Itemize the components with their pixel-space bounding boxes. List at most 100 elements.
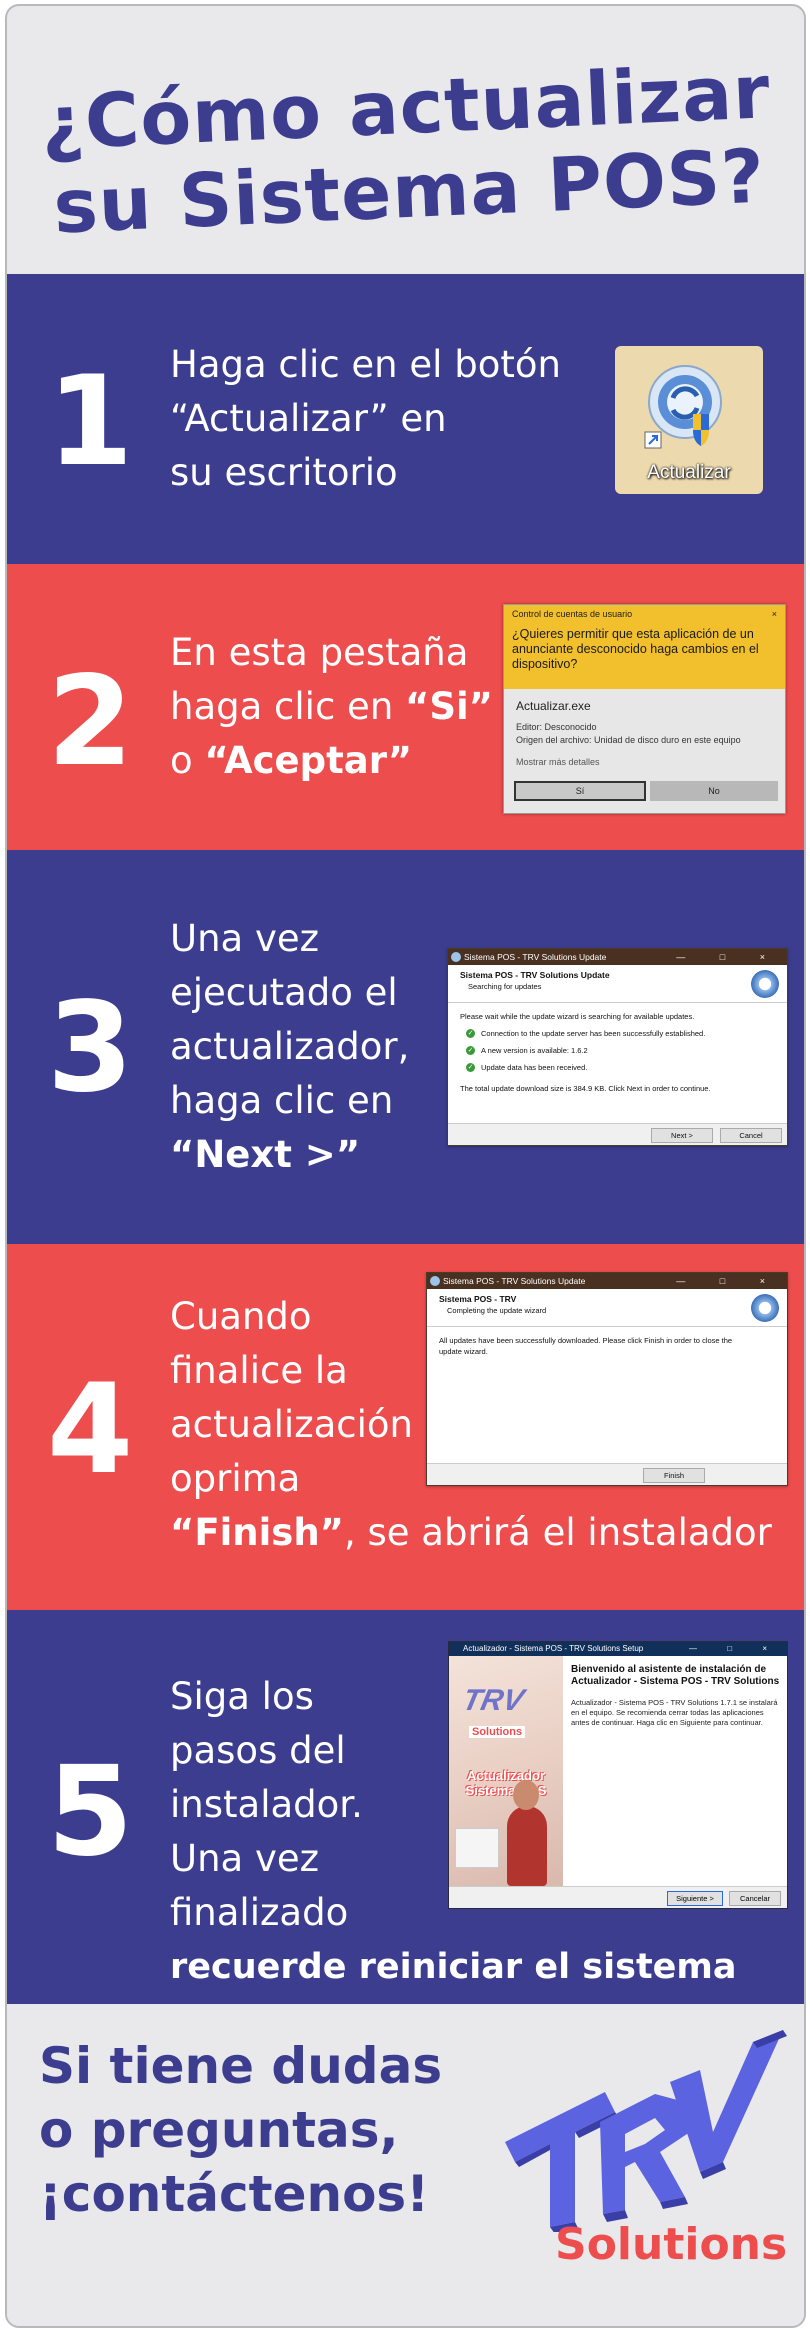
window-controls[interactable]: — □ × bbox=[689, 1642, 781, 1656]
step-text-plain: , se abrirá el instalador bbox=[343, 1511, 772, 1554]
page-title: ¿Cómo actualizar su Sistema POS? bbox=[7, 49, 804, 252]
wizard-header: Sistema POS - TRV Completing the update … bbox=[427, 1289, 787, 1327]
update-logo-icon bbox=[751, 970, 779, 998]
window-titlebar: Sistema POS - TRV Solutions Update — □ × bbox=[427, 1273, 787, 1289]
update-logo-icon bbox=[751, 1294, 779, 1322]
step-2-section: 2 En esta pestaña haga clic en “Si” o “A… bbox=[7, 564, 804, 850]
wizard-subheading: Searching for updates bbox=[468, 982, 542, 991]
step-number: 5 bbox=[47, 1740, 134, 1884]
uac-header: Control de cuentas de usuario × ¿Quieres … bbox=[504, 605, 785, 689]
actualizar-shortcut-icon bbox=[644, 365, 722, 449]
step-text-line: ejecutado el bbox=[170, 971, 398, 1014]
check-item: ✓ Update data has been received. bbox=[460, 1062, 775, 1073]
cancelar-button[interactable]: Cancelar bbox=[729, 1891, 781, 1906]
window-title: Sistema POS - TRV Solutions Update bbox=[443, 1276, 586, 1286]
installer-banner-image: TRV Solutions Actualizador Sistema POS bbox=[449, 1656, 563, 1888]
step-text-line: haga clic en bbox=[170, 1079, 394, 1122]
wizard-intro: Please wait while the update wizard is s… bbox=[460, 1012, 695, 1021]
installer-footer: Siguiente > Cancelar bbox=[449, 1886, 787, 1908]
step-number: 2 bbox=[47, 650, 134, 794]
check-icon: ✓ bbox=[466, 1029, 475, 1038]
step-number: 3 bbox=[47, 976, 134, 1120]
wizard-body: Please wait while the update wizard is s… bbox=[448, 1003, 787, 1102]
window-controls[interactable]: — □ × bbox=[676, 949, 781, 965]
step-text-plain: haga clic en bbox=[170, 685, 406, 728]
step-text-line: actualizador, bbox=[170, 1025, 410, 1068]
step-text-bold: “Next >” bbox=[170, 1133, 361, 1176]
check-item: ✓ Connection to the update server has bee… bbox=[460, 1028, 775, 1039]
window-controls[interactable]: — □ × bbox=[676, 1273, 781, 1289]
window-titlebar: Actualizador - Sistema POS - TRV Solutio… bbox=[449, 1642, 787, 1656]
window-title: Sistema POS - TRV Solutions Update bbox=[464, 952, 607, 962]
finish-button[interactable]: Finish bbox=[643, 1468, 705, 1483]
installer-content: Bienvenido al asistente de instalación d… bbox=[571, 1664, 783, 1728]
step-text-line: “Next >” bbox=[170, 1128, 409, 1182]
wizard-total: The total update download size is 384.9 … bbox=[460, 1084, 711, 1093]
check-item: ✓ A new version is available: 1.6.2 bbox=[460, 1045, 775, 1056]
step-number: 1 bbox=[47, 350, 134, 494]
uac-question: ¿Quieres permitir que esta aplicación de… bbox=[512, 627, 759, 671]
step-3-section: 3 Una vez ejecutado el actualizador, hag… bbox=[7, 850, 804, 1244]
step-text-line: su escritorio bbox=[170, 451, 398, 494]
yes-button[interactable]: Sí bbox=[514, 781, 646, 801]
step-number: 4 bbox=[47, 1358, 134, 1502]
banner-solutions: Solutions bbox=[469, 1726, 526, 1738]
step-text-line: “Finish”, se abrirá el instalador bbox=[170, 1506, 772, 1560]
app-icon bbox=[430, 1276, 440, 1286]
step-text-line: Haga clic en el botón bbox=[170, 343, 561, 386]
window-title: Actualizador - Sistema POS - TRV Solutio… bbox=[463, 1644, 644, 1653]
wizard-heading: Sistema POS - TRV Solutions Update bbox=[460, 970, 610, 980]
no-button[interactable]: No bbox=[650, 781, 778, 801]
step-text-line: En esta pestaña bbox=[170, 631, 469, 674]
wizard-header: Sistema POS - TRV Solutions Update Searc… bbox=[448, 965, 787, 1003]
next-button[interactable]: Next > bbox=[651, 1128, 713, 1143]
step-1-section: 1 Haga clic en el botón “Actualizar” en … bbox=[7, 274, 804, 564]
logo-solutions-text: Solutions bbox=[555, 2219, 788, 2270]
wizard-footer: Next > Cancel bbox=[448, 1123, 787, 1145]
trv-logo-icon bbox=[505, 2030, 787, 2232]
banner-title: Actualizador Sistema POS bbox=[465, 1768, 547, 1798]
check-text: A new version is available: 1.6.2 bbox=[481, 1046, 588, 1055]
step-text-line: Una vez bbox=[170, 917, 320, 960]
installer-heading: Bienvenido al asistente de instalación d… bbox=[571, 1664, 780, 1687]
step-2-text: En esta pestaña haga clic en “Si” o “Ace… bbox=[170, 626, 493, 788]
cancel-button[interactable]: Cancel bbox=[720, 1128, 782, 1143]
step-text-line: o “Aceptar” bbox=[170, 734, 493, 788]
person-illustration bbox=[507, 1806, 547, 1886]
update-complete-window: Sistema POS - TRV Solutions Update — □ ×… bbox=[426, 1272, 788, 1486]
person-head bbox=[513, 1780, 539, 1810]
actualizar-shortcut[interactable]: Actualizar bbox=[615, 346, 763, 494]
check-icon: ✓ bbox=[466, 1063, 475, 1072]
contact-line: ¡contáctenos! bbox=[39, 2165, 429, 2223]
contact-line: o preguntas, bbox=[39, 2101, 399, 2159]
step-text-bold: “Aceptar” bbox=[204, 739, 413, 782]
window-titlebar: Sistema POS - TRV Solutions Update — □ × bbox=[448, 949, 787, 965]
close-icon[interactable]: × bbox=[772, 609, 777, 619]
step-text-bold: “Si” bbox=[405, 685, 493, 728]
step-text-line: haga clic en “Si” bbox=[170, 680, 493, 734]
step-4-section: 4 Cuando finalice la actualización oprim… bbox=[7, 1244, 804, 1610]
step-1-text: Haga clic en el botón “Actualizar” en su… bbox=[170, 338, 561, 500]
step-3-text: Una vez ejecutado el actualizador, haga … bbox=[170, 912, 409, 1182]
uac-app-name: Actualizar.exe bbox=[516, 699, 591, 713]
installer-window: Actualizador - Sistema POS - TRV Solutio… bbox=[448, 1641, 788, 1909]
uac-publisher: Editor: Desconocido bbox=[516, 722, 597, 732]
shortcut-label: Actualizar bbox=[647, 462, 731, 483]
step-text-plain: o bbox=[170, 739, 205, 782]
check-text: Update data has been received. bbox=[481, 1063, 588, 1072]
contact-footer: Si tiene dudas o preguntas, ¡contáctenos… bbox=[7, 2004, 804, 2326]
step-text-bold: “Finish” bbox=[170, 1511, 344, 1554]
wizard-message: All updates have been successfully downl… bbox=[439, 1336, 733, 1356]
trv-logo-mark: TRV bbox=[459, 1684, 527, 1717]
contact-line: Si tiene dudas bbox=[39, 2037, 443, 2095]
wizard-subheading: Completing the update wizard bbox=[447, 1306, 547, 1315]
uac-dialog: Control de cuentas de usuario × ¿Quieres … bbox=[503, 604, 786, 814]
pos-terminal-illustration bbox=[455, 1828, 499, 1868]
uac-origin: Origen del archivo: Unidad de disco duro… bbox=[516, 735, 741, 745]
uac-more-details-link[interactable]: Mostrar más detalles bbox=[504, 747, 785, 767]
wizard-body: All updates have been successfully downl… bbox=[427, 1327, 787, 1365]
wizard-heading: Sistema POS - TRV bbox=[439, 1294, 517, 1304]
installer-body: Actualizador - Sistema POS - TRV Solutio… bbox=[571, 1698, 778, 1727]
siguiente-button[interactable]: Siguiente > bbox=[667, 1891, 723, 1906]
contact-text: Si tiene dudas o preguntas, ¡contáctenos… bbox=[39, 2034, 442, 2226]
